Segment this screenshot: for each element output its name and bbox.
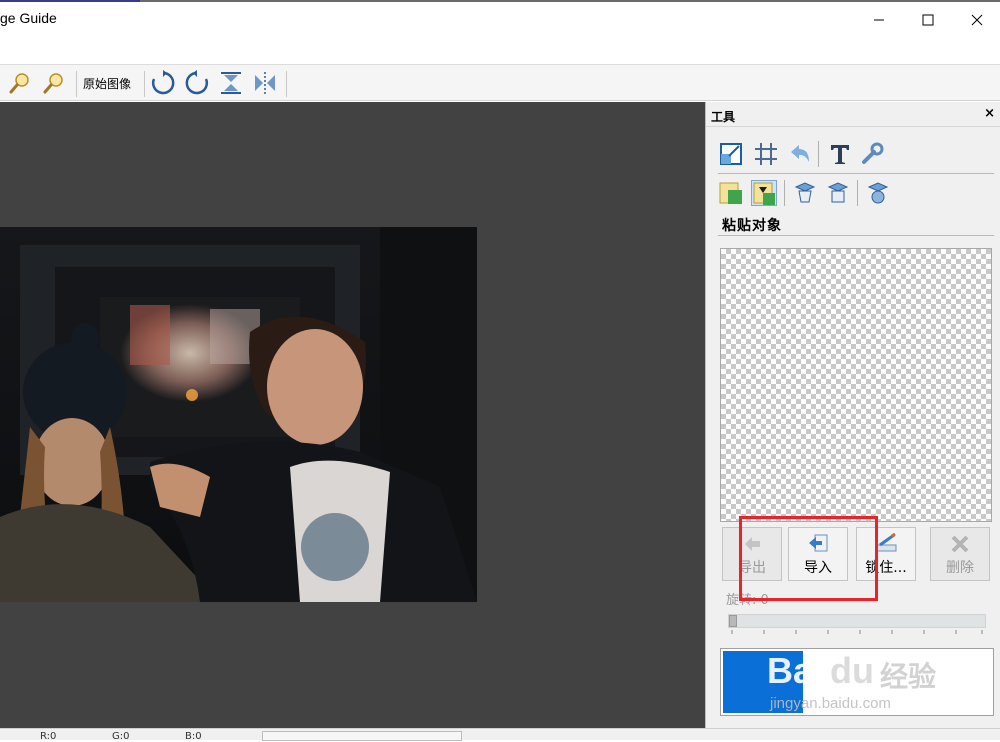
status-red: R:0 xyxy=(40,731,57,742)
minimize-button[interactable] xyxy=(856,4,902,36)
watermark-url: jingyan.baidu.com xyxy=(770,695,891,712)
rotate-slider-thumb[interactable] xyxy=(729,615,737,627)
status-bar: R:0 G:0 B:0 xyxy=(0,728,1000,742)
delete-button[interactable]: 删除 xyxy=(930,527,990,581)
text-tool-button[interactable] xyxy=(827,141,853,167)
zoom-in-icon xyxy=(9,73,29,94)
panel-title: 工具 xyxy=(711,110,736,124)
undo-icon xyxy=(791,145,809,162)
tools-panel: 工具 × 粘贴对象 导出 导入 锁住... 删除 旋转: 0 xyxy=(705,102,1000,728)
title-bar: ge Guide xyxy=(0,2,1000,36)
window-title: ge Guide xyxy=(0,10,57,26)
toolbar-separator xyxy=(286,71,287,97)
flip-vertical-icon xyxy=(221,72,241,94)
watermark-brand: Bai xyxy=(767,650,824,691)
watermark-brand-suffix: du xyxy=(830,650,874,691)
paste-object-icon xyxy=(753,182,775,205)
panel-separator xyxy=(784,180,785,206)
paste-object-button[interactable] xyxy=(718,180,744,206)
panel-header: 工具 × xyxy=(706,102,1000,127)
stamp-icon xyxy=(794,182,816,203)
wrench-icon xyxy=(862,142,884,164)
close-icon xyxy=(971,14,983,26)
panel-divider xyxy=(718,235,994,236)
rotate-slider[interactable] xyxy=(728,614,986,628)
panel-separator xyxy=(857,180,858,206)
panel-separator xyxy=(818,141,819,167)
zoom-out-button[interactable] xyxy=(40,69,68,97)
flip-vertical-button[interactable] xyxy=(217,69,245,97)
rotate-counterclockwise-icon xyxy=(185,70,209,95)
image-canvas[interactable] xyxy=(0,102,705,728)
canvas-photo xyxy=(0,227,477,602)
crop-tool-button[interactable] xyxy=(753,141,779,167)
panel-divider xyxy=(718,173,994,174)
toolbar-separator xyxy=(144,71,145,97)
delete-icon xyxy=(951,535,969,553)
toolbar-separator xyxy=(76,71,77,97)
resize-icon xyxy=(720,143,742,165)
watermark-chinese: 经验 xyxy=(880,661,937,692)
delete-label: 删除 xyxy=(946,560,974,576)
stamp-tool-1-button[interactable] xyxy=(792,180,818,206)
zoom-in-button[interactable] xyxy=(6,69,34,97)
stamp-gear-icon xyxy=(867,182,889,204)
maximize-button[interactable] xyxy=(905,4,951,36)
zoom-out-icon xyxy=(43,73,63,94)
undo-tool-button[interactable] xyxy=(786,141,812,167)
minimize-icon xyxy=(874,19,884,21)
slider-ticks xyxy=(731,630,983,634)
close-button[interactable] xyxy=(954,4,1000,36)
annotation-highlight xyxy=(739,516,878,601)
stamp-alt-icon xyxy=(827,182,849,203)
status-green: G:0 xyxy=(112,731,130,742)
rotate-clockwise-button[interactable] xyxy=(149,69,177,97)
stamp-tool-3-button[interactable] xyxy=(865,180,891,206)
text-icon xyxy=(831,145,849,164)
settings-tool-button[interactable] xyxy=(859,141,885,167)
paste-object-active-button[interactable] xyxy=(751,180,777,206)
flip-horizontal-button[interactable] xyxy=(251,69,279,97)
flip-horizontal-icon xyxy=(255,72,275,94)
menu-area xyxy=(0,36,1000,64)
rotate-clockwise-icon xyxy=(151,70,175,95)
original-image-button[interactable]: 原始图像 xyxy=(83,75,131,92)
status-blue: B:0 xyxy=(185,731,202,742)
rotate-counterclockwise-button[interactable] xyxy=(183,69,211,97)
stamp-tool-2-button[interactable] xyxy=(825,180,851,206)
toolbar: 原始图像 xyxy=(0,65,1000,101)
panel-close-button[interactable]: × xyxy=(984,106,995,121)
resize-tool-button[interactable] xyxy=(718,141,744,167)
paste-green-icon xyxy=(719,182,742,204)
paste-object-preview[interactable] xyxy=(720,248,992,522)
maximize-icon xyxy=(922,14,934,26)
crop-grid-icon xyxy=(755,143,777,165)
section-title: 粘贴对象 xyxy=(722,218,782,234)
